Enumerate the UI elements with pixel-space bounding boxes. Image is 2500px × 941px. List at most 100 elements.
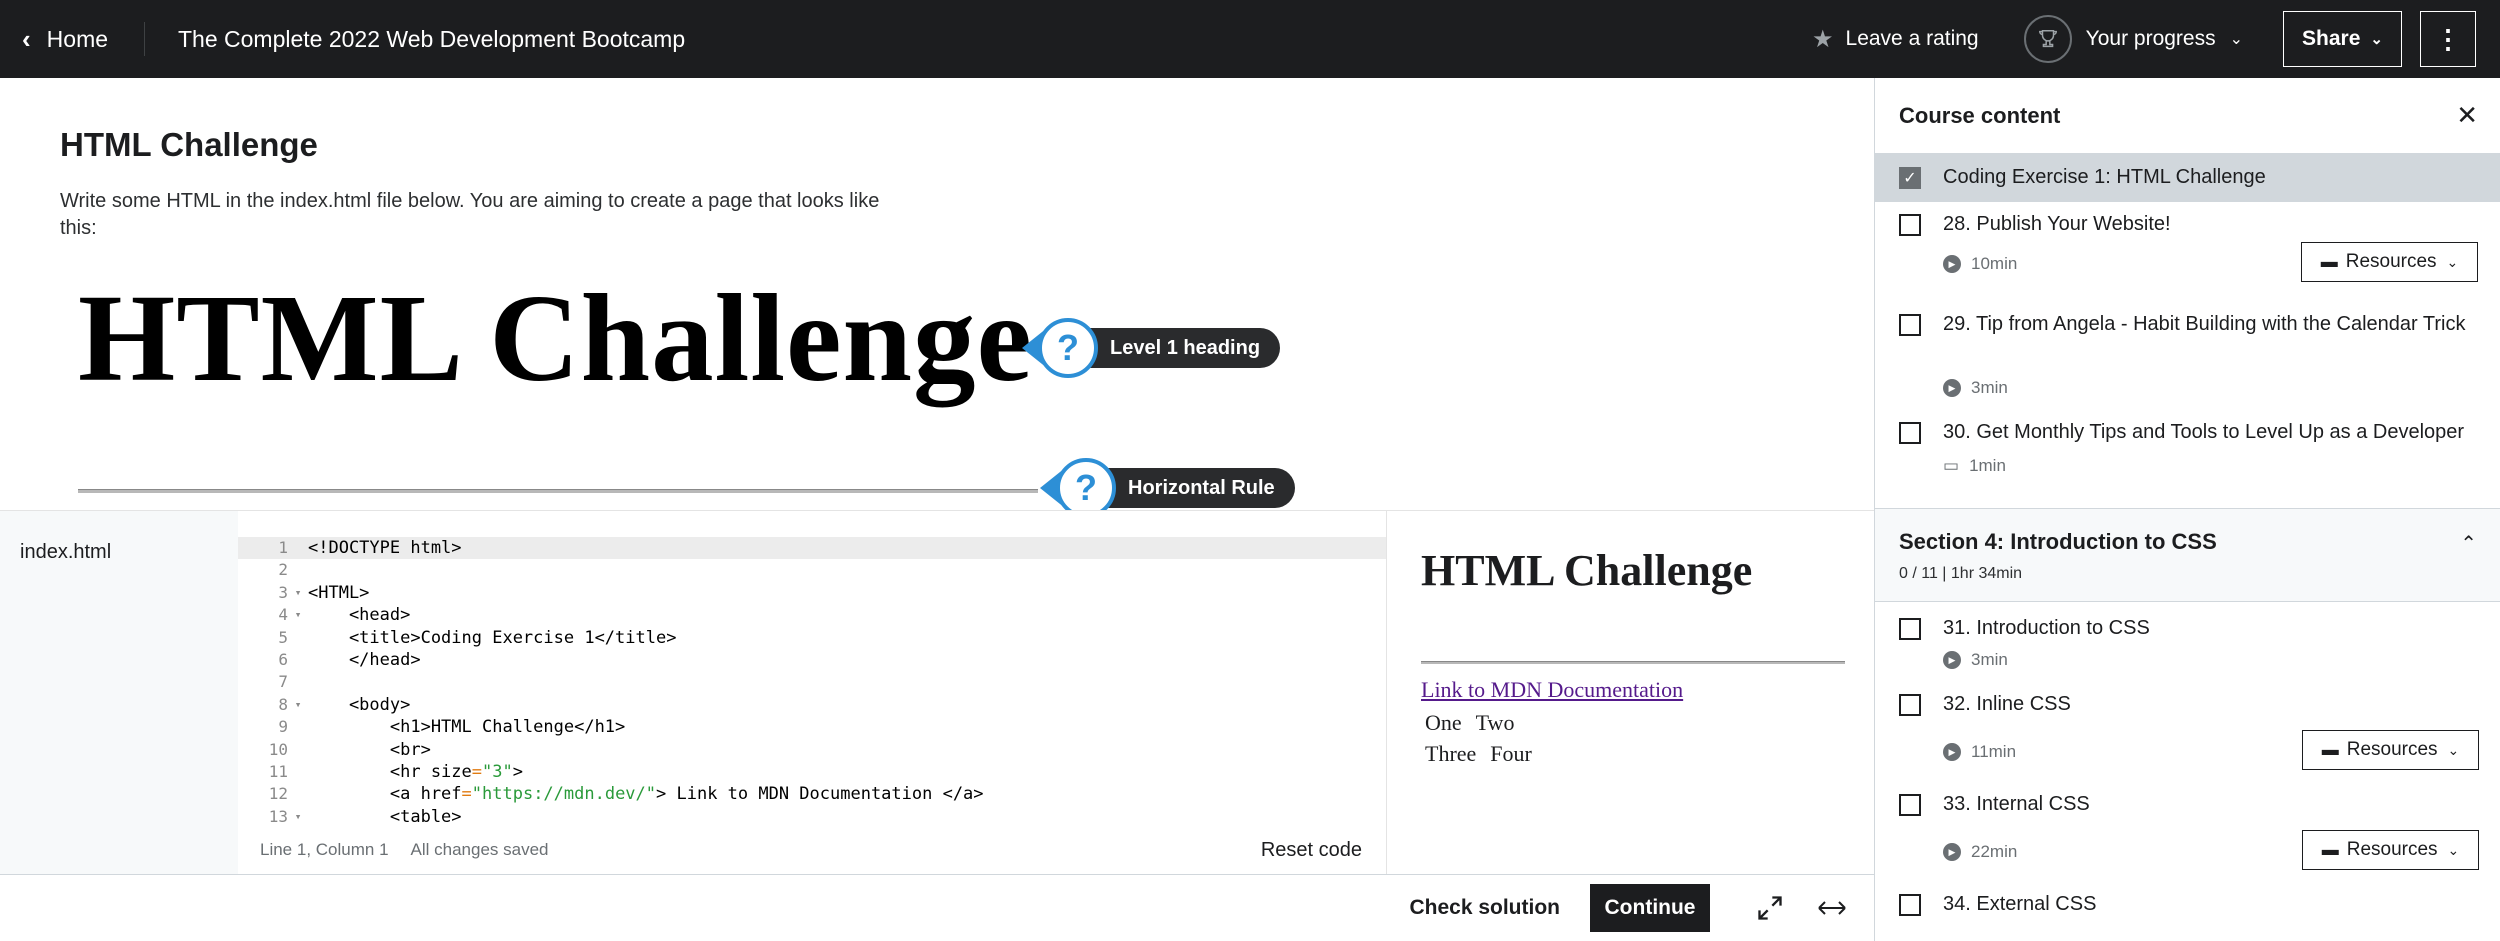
item-duration: ▶ 3min [1943, 650, 2008, 670]
more-options-button[interactable]: ⋮ [2420, 11, 2476, 67]
code-line[interactable]: 6 </head> [238, 649, 1386, 671]
duration-text: 3min [1971, 378, 2008, 397]
table-cell: One [1425, 710, 1462, 735]
editor-status-bar: Line 1, Column 1 All changes saved Reset… [238, 825, 1386, 875]
your-progress-button[interactable]: Your progress ⌄ [2023, 15, 2243, 63]
resources-button[interactable]: ▬ Resources ⌄ [2301, 242, 2478, 282]
checkbox[interactable] [1899, 314, 1921, 336]
checkbox[interactable] [1899, 214, 1921, 236]
play-icon: ▶ [1943, 843, 1961, 861]
check-solution-button[interactable]: Check solution [1409, 896, 1560, 920]
fold-arrow-icon[interactable]: ▾ [288, 604, 308, 626]
checkbox[interactable] [1899, 618, 1921, 640]
checkbox[interactable] [1899, 422, 1921, 444]
callout-label: Level 1 heading [1074, 328, 1281, 368]
code-line[interactable]: 8 ▾ <body> [238, 694, 1386, 716]
home-link[interactable]: ‹ Home [0, 0, 144, 78]
chevron-down-icon: ⌄ [2447, 741, 2460, 758]
list-item[interactable]: 29. Tip from Angela - Habit Building wit… [1875, 302, 2500, 414]
list-item[interactable]: 28. Publish Your Website! ▶ 10min ▬ Resour… [1875, 202, 2500, 302]
item-label: 28. Publish Your Website! [1943, 213, 2171, 235]
code-line[interactable]: 3 ▾ <HTML> [238, 582, 1386, 604]
code-line[interactable]: 10 <br> [238, 739, 1386, 761]
list-item[interactable]: 33. Internal CSS ▶ 22min ▬ Resources ⌄ [1875, 790, 2500, 890]
challenge-title: HTML Challenge [60, 126, 318, 163]
top-bar-actions: ★ Leave a rating Your progress ⌄ Share ⌄… [1812, 0, 2500, 78]
item-label: 32. Inline CSS [1943, 693, 2071, 715]
code-editor[interactable]: 1 <!DOCTYPE html> 2 3 ▾ <HTML> 4 ▾ <head> 5 <tit… [238, 511, 1386, 875]
play-icon: ▶ [1943, 651, 1961, 669]
close-icon[interactable]: ✕ [2456, 100, 2478, 131]
example-heading: HTML Challenge [78, 270, 1034, 408]
checkbox[interactable] [1899, 894, 1921, 916]
rating-label: Leave a rating [1845, 27, 1979, 50]
code-line[interactable]: 2 [238, 559, 1386, 581]
example-horizontal-rule [78, 489, 1038, 493]
item-label: 33. Internal CSS [1943, 793, 2090, 815]
folder-icon: ▬ [2320, 252, 2338, 271]
item-label: 30. Get Monthly Tips and Tools to Level … [1943, 421, 2465, 443]
item-duration: ▶ 3min [1943, 378, 2008, 398]
reset-code-button[interactable]: Reset code [1261, 839, 1362, 862]
code-text: <!DOCTYPE html> [308, 538, 462, 558]
resources-label: Resources [2345, 251, 2437, 272]
resources-button[interactable]: ▬ Resources ⌄ [2302, 830, 2479, 870]
item-label: Coding Exercise 1: HTML Challenge [1943, 166, 2266, 188]
list-item[interactable]: 30. Get Monthly Tips and Tools to Level … [1875, 414, 2500, 488]
code-line[interactable]: 5 <title>Coding Exercise 1</title> [238, 627, 1386, 649]
exercise-footer: Check solution Continue [0, 874, 1874, 941]
resources-label: Resources [2346, 839, 2438, 860]
file-item-index-html[interactable]: index.html [20, 541, 111, 564]
list-item[interactable]: 31. Introduction to CSS ▶ 3min [1875, 602, 2500, 690]
code-lines[interactable]: 1 <!DOCTYPE html> 2 3 ▾ <HTML> 4 ▾ <head> 5 <tit… [238, 537, 1386, 828]
line-number: 11 [268, 761, 288, 781]
challenge-description: HTML Challenge Write some HTML in the in… [0, 78, 1874, 510]
document-icon: ▭ [1943, 456, 1960, 475]
duration-text: 11min [1971, 742, 2017, 761]
list-item[interactable]: 34. External CSS [1875, 890, 2500, 930]
table-cell: Four [1490, 741, 1532, 766]
share-label: Share [2302, 27, 2361, 50]
code-line[interactable]: 1 <!DOCTYPE html> [238, 537, 1386, 560]
line-number: 4 [278, 605, 288, 625]
share-button[interactable]: Share ⌄ [2283, 11, 2402, 67]
code-text: <br> [308, 739, 431, 760]
checkbox[interactable] [1899, 794, 1921, 816]
code-text: </head> [308, 649, 421, 670]
cursor-position: Line 1, Column 1 [260, 840, 389, 859]
list-item[interactable]: 32. Inline CSS ▶ 11min ▬ Resources ⌄ [1875, 690, 2500, 790]
leave-rating-button[interactable]: ★ Leave a rating [1812, 25, 1979, 54]
code-line[interactable]: 7 [238, 671, 1386, 693]
fold-gutter [288, 783, 308, 805]
folder-icon: ▬ [2321, 840, 2339, 859]
line-number: 3 [278, 582, 288, 602]
chevron-up-icon[interactable]: ⌃ [2460, 531, 2477, 556]
expand-horizontal-icon[interactable] [1812, 888, 1852, 928]
preview-mdn-link[interactable]: Link to MDN Documentation [1421, 677, 1683, 703]
chevron-down-icon: ⌄ [2370, 31, 2383, 48]
code-line[interactable]: 12 <a href="https://mdn.dev/"> Link to M… [238, 783, 1386, 805]
resources-button[interactable]: ▬ Resources ⌄ [2302, 730, 2479, 770]
item-duration: ▶ 10min [1943, 254, 2017, 274]
code-line[interactable]: 11 <hr size="3"> [238, 761, 1386, 783]
fold-gutter [288, 671, 308, 693]
code-text: <a href="https://mdn.dev/"> Link to MDN … [308, 784, 984, 805]
item-label: 29. Tip from Angela - Habit Building wit… [1943, 313, 2466, 335]
fold-gutter [288, 739, 308, 761]
code-text: <head> [308, 605, 411, 626]
fold-arrow-icon[interactable]: ▾ [288, 694, 308, 716]
list-item[interactable]: ✓ Coding Exercise 1: HTML Challenge [1875, 154, 2500, 202]
code-line[interactable]: 9 <h1>HTML Challenge</h1> [238, 716, 1386, 738]
continue-button[interactable]: Continue [1590, 884, 1710, 932]
section-header[interactable]: Section 4: Introduction to CSS 0 / 11 | … [1875, 508, 2500, 602]
expand-icon[interactable] [1750, 888, 1790, 928]
chevron-down-icon: ⌄ [2446, 253, 2459, 270]
checkbox[interactable]: ✓ [1899, 167, 1921, 189]
question-icon: ? [1056, 458, 1116, 510]
checkbox[interactable] [1899, 694, 1921, 716]
fold-arrow-icon[interactable]: ▾ [288, 582, 308, 604]
vertical-dots-icon: ⋮ [2435, 23, 2461, 54]
course-title[interactable]: The Complete 2022 Web Development Bootca… [178, 26, 685, 53]
callout-level1-heading: ? Level 1 heading [1022, 318, 1281, 378]
code-line[interactable]: 4 ▾ <head> [238, 604, 1386, 626]
